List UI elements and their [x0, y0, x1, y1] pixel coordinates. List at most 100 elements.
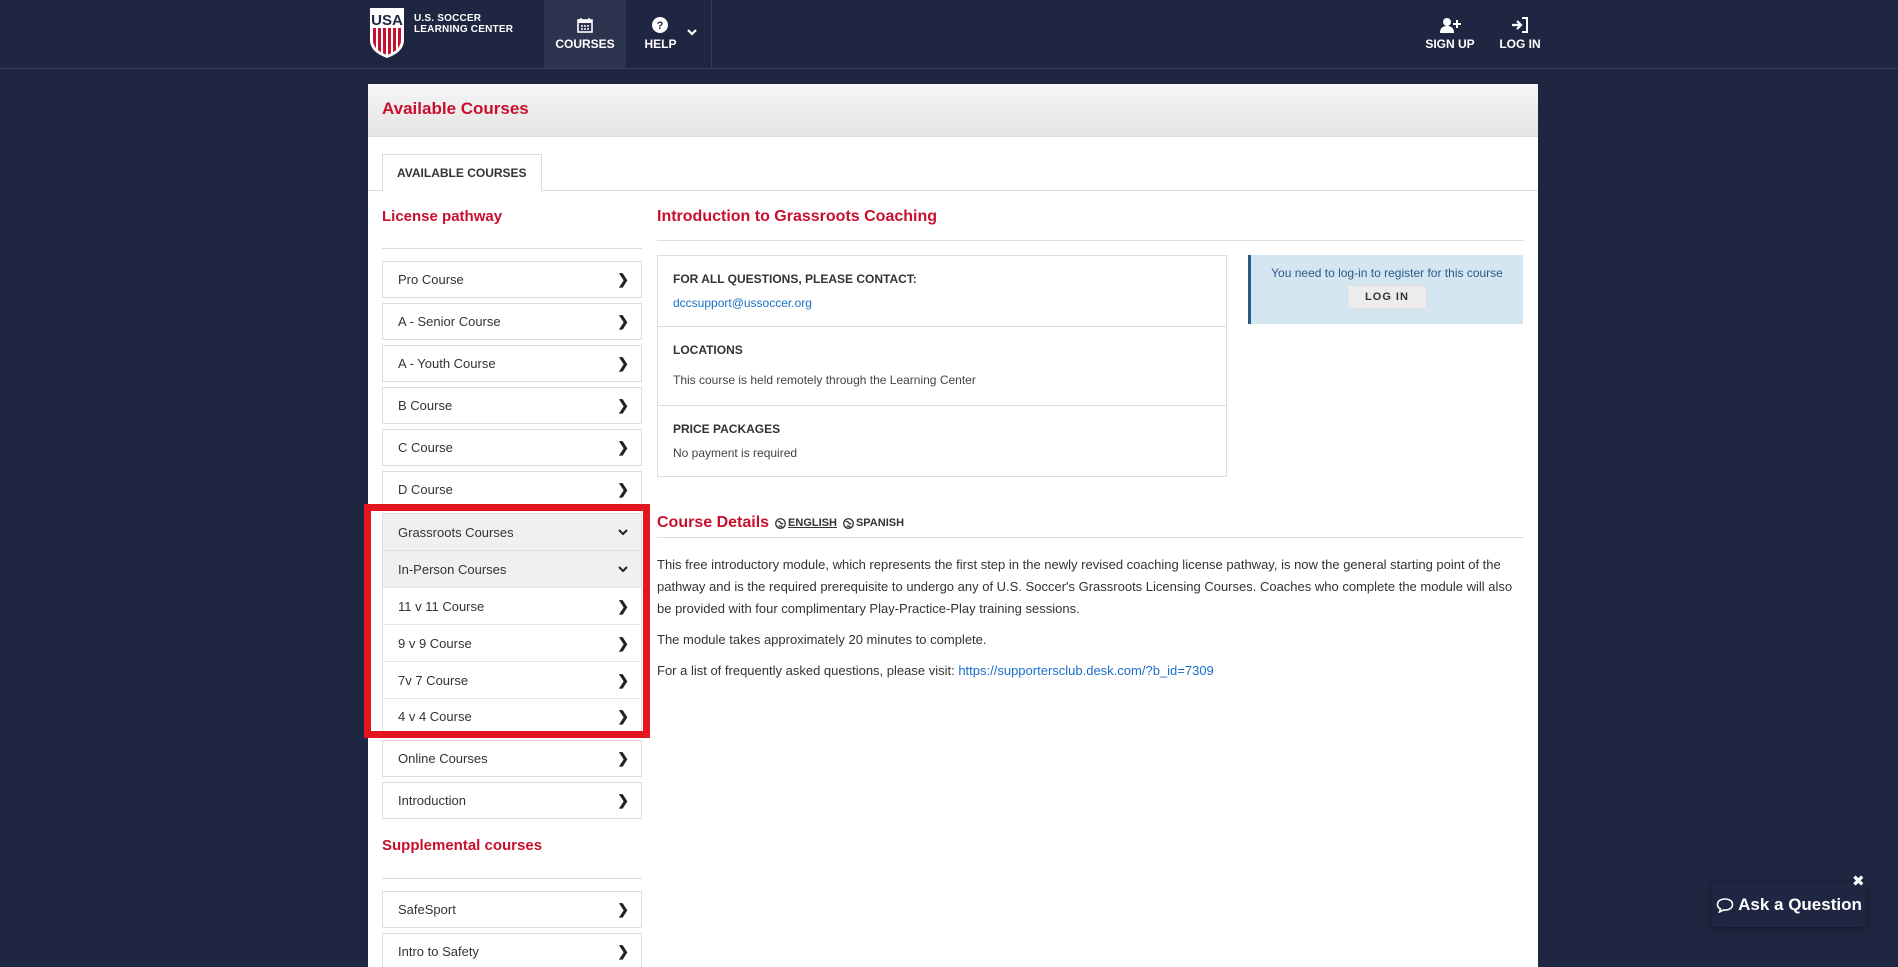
chevron-down-icon[interactable] — [686, 26, 698, 38]
chevron-right-icon: ❯ — [617, 708, 629, 724]
supplemental-courses-heading: Supplemental courses — [382, 837, 642, 879]
sidebar-item-c-course[interactable]: C Course ❯ — [382, 429, 642, 466]
chevron-right-icon: ❯ — [617, 397, 629, 413]
chevron-down-icon — [618, 566, 628, 573]
sidebar-item-introduction[interactable]: Introduction ❯ — [382, 782, 642, 819]
price-section: PRICE PACKAGES No payment is required — [658, 406, 1226, 476]
nav-courses[interactable]: COURSES — [544, 0, 626, 68]
chevron-right-icon: ❯ — [617, 597, 629, 614]
sidebar-item-a-youth-course[interactable]: A - Youth Course ❯ — [382, 345, 642, 382]
chevron-right-icon: ❯ — [617, 313, 629, 329]
chevron-right-icon: ❯ — [617, 943, 629, 959]
sidebar-item-label: D Course — [398, 482, 453, 497]
nav-help[interactable]: ? HELP — [626, 0, 712, 68]
svg-text:USA: USA — [371, 12, 403, 29]
contact-section: FOR ALL QUESTIONS, PLEASE CONTACT: dccsu… — [658, 256, 1226, 327]
sidebar-item-online-courses[interactable]: Online Courses ❯ — [382, 740, 642, 777]
nav-signup[interactable]: SIGN UP — [1420, 0, 1480, 68]
svg-text:?: ? — [657, 20, 664, 32]
chevron-right-icon: ❯ — [617, 271, 629, 287]
sidebar-item-label: 9 v 9 Course — [398, 635, 472, 651]
globe-icon — [775, 517, 786, 529]
chevron-right-icon: ❯ — [617, 750, 629, 766]
sidebar-item-grassroots-courses[interactable]: Grassroots Courses — [382, 513, 642, 550]
lang-english-link[interactable]: ENGLISH — [775, 517, 837, 529]
course-details-body: This free introductory module, which rep… — [657, 554, 1524, 691]
license-pathway-list: Pro Course ❯ A - Senior Course ❯ A - Youth… — [382, 261, 642, 819]
brand-text: U.S. SOCCER LEARNING CENTER — [414, 13, 513, 35]
login-notice: You need to log-in to register for this … — [1248, 255, 1523, 324]
sidebar-item-label: 7v 7 Course — [398, 672, 469, 688]
sidebar-item-d-course[interactable]: D Course ❯ — [382, 471, 642, 508]
sidebar-item-7v7-course[interactable]: 7v 7 Course ❯ — [382, 661, 642, 698]
course-sidebar: License pathway Pro Course ❯ A - Senior C… — [382, 208, 642, 967]
sidebar-item-label: A - Senior Course — [398, 314, 501, 329]
sidebar-item-label: Introduction — [398, 793, 466, 808]
sidebar-item-11v11-course[interactable]: 11 v 11 Course ❯ — [382, 587, 642, 624]
sidebar-item-label: 4 v 4 Course — [398, 709, 472, 724]
sidebar-item-4v4-course[interactable]: 4 v 4 Course ❯ — [382, 698, 642, 735]
nav-help-label: HELP — [644, 37, 677, 51]
sidebar-item-intro-to-safety[interactable]: Intro to Safety ❯ — [382, 933, 642, 967]
sidebar-item-label: C Course — [398, 440, 453, 455]
chevron-right-icon: ❯ — [617, 671, 629, 688]
tab-available-courses[interactable]: AVAILABLE COURSES — [382, 154, 542, 192]
locations-value: This course is held remotely through the… — [673, 373, 976, 387]
login-button[interactable]: LOG IN — [1347, 285, 1427, 309]
sidebar-item-9v9-course[interactable]: 9 v 9 Course ❯ — [382, 624, 642, 661]
contact-label: FOR ALL QUESTIONS, PLEASE CONTACT: — [673, 272, 917, 286]
nav-signup-label: SIGN UP — [1425, 37, 1475, 51]
chevron-right-icon: ❯ — [617, 901, 629, 917]
sidebar-item-label: In-Person Courses — [398, 561, 507, 577]
details-paragraph-3: For a list of frequently asked questions… — [657, 660, 1524, 682]
sidebar-item-label: SafeSport — [398, 902, 456, 917]
sidebar-item-pro-course[interactable]: Pro Course ❯ — [382, 261, 642, 298]
sign-in-icon — [1512, 17, 1528, 33]
course-info-box: FOR ALL QUESTIONS, PLEASE CONTACT: dccsu… — [657, 255, 1227, 477]
nav-courses-label: COURSES — [555, 37, 615, 51]
sidebar-item-in-person-courses[interactable]: In-Person Courses — [382, 550, 642, 587]
sidebar-item-safesport[interactable]: SafeSport ❯ — [382, 891, 642, 928]
lang-spanish-link[interactable]: SPANISH — [843, 517, 904, 529]
sidebar-item-label: A - Youth Course — [398, 356, 496, 371]
question-icon: ? — [652, 17, 669, 33]
ask-question-button[interactable]: Ask a Question — [1712, 883, 1866, 927]
globe-icon — [843, 517, 854, 529]
page-title: Available Courses — [382, 99, 529, 118]
course-title: Introduction to Grassroots Coaching — [657, 208, 1524, 241]
chevron-down-icon — [618, 529, 628, 536]
usa-crest-icon: USA — [370, 8, 404, 58]
brand-line1: U.S. SOCCER — [414, 13, 482, 24]
sidebar-item-label: Grassroots Courses — [398, 524, 514, 540]
locations-section: LOCATIONS This course is held remotely t… — [658, 327, 1226, 406]
tab-bar: AVAILABLE COURSES — [368, 137, 1538, 192]
close-icon[interactable]: ✖ — [1852, 872, 1865, 890]
course-details-title: Course Details — [657, 514, 770, 531]
contact-email-link[interactable]: dccsupport@ussoccer.org — [673, 296, 1211, 310]
sidebar-item-label: Online Courses — [398, 751, 488, 766]
nav-login[interactable]: LOG IN — [1496, 0, 1544, 68]
calendar-icon — [577, 18, 593, 33]
faq-prefix: For a list of frequently asked questions… — [657, 663, 959, 678]
chevron-right-icon: ❯ — [617, 481, 629, 497]
sidebar-item-label: Pro Course — [398, 272, 464, 287]
user-plus-icon — [1440, 18, 1461, 33]
lang-english-label: ENGLISH — [788, 517, 837, 529]
faq-link[interactable]: https://supportersclub.desk.com/?b_id=73… — [958, 663, 1213, 678]
panel-header: Available Courses — [368, 84, 1538, 137]
speech-bubble-icon — [1716, 898, 1734, 913]
sidebar-item-a-senior-course[interactable]: A - Senior Course ❯ — [382, 303, 642, 340]
license-pathway-heading: License pathway — [382, 208, 642, 249]
courses-panel: Available Courses AVAILABLE COURSES Lice… — [368, 84, 1538, 967]
chevron-right-icon: ❯ — [617, 439, 629, 455]
brand-logo[interactable]: USA U.S. SOCCER LEARNING CENTER — [368, 6, 513, 60]
locations-label: LOCATIONS — [673, 343, 743, 357]
sidebar-item-b-course[interactable]: B Course ❯ — [382, 387, 642, 424]
lang-spanish-label: SPANISH — [855, 517, 905, 529]
price-value: No payment is required — [673, 446, 798, 460]
brand-line2: LEARNING CENTER — [414, 24, 514, 35]
course-details-header: Course Details ENGLISH SPANISH — [657, 514, 1524, 538]
supplemental-list: SafeSport ❯ Intro to Safety ❯ — [382, 891, 642, 967]
sidebar-item-label: 11 v 11 Course — [398, 598, 485, 614]
nav-login-label: LOG IN — [1499, 37, 1541, 51]
